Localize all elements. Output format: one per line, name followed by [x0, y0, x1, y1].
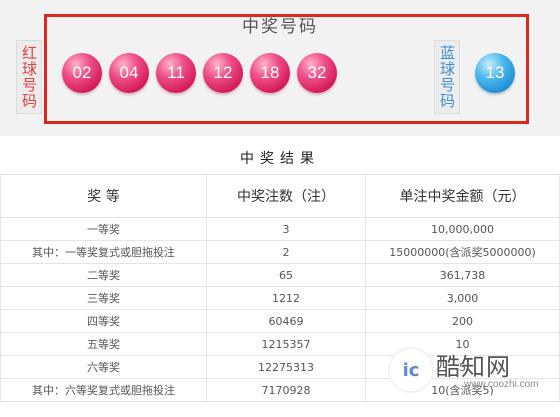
table-row: 二等奖 65 361,738	[0, 263, 560, 287]
count-cell: 60469	[206, 309, 366, 333]
count-cell: 3	[206, 217, 366, 241]
amount-cell: 10,000,000	[365, 217, 560, 241]
table-row: 其中：一等奖复式或胆拖投注 2 15000000(含派奖5000000)	[0, 240, 560, 264]
count-cell: 2	[206, 240, 366, 264]
results-title: 中奖结果	[240, 151, 320, 167]
prize-cell: 五等奖	[0, 332, 207, 356]
table-row: 三等奖 1212 3,000	[0, 286, 560, 310]
red-ball-label: 红球号码	[16, 40, 42, 114]
column-header-count: 中奖注数（注）	[206, 174, 366, 218]
column-header-prize: 奖 等	[0, 174, 207, 218]
amount-cell: 200	[365, 309, 560, 333]
watermark-logo-icon: ic	[388, 347, 434, 393]
prize-cell: 六等奖	[0, 355, 207, 379]
count-cell: 7170928	[206, 378, 366, 402]
watermark-site-url: www.coozhi.com	[464, 379, 539, 390]
prize-cell: 二等奖	[0, 263, 207, 287]
amount-cell: 3,000	[365, 286, 560, 310]
site-watermark: ic 酷知网 www.coozhi.com	[388, 345, 556, 401]
prize-cell: 一等奖	[0, 217, 207, 241]
watermark-logo-text: ic	[402, 359, 420, 381]
prize-cell: 其中：六等奖复式或胆拖投注	[0, 378, 207, 402]
count-cell: 65	[206, 263, 366, 287]
watermark-site-name: 酷知网	[436, 353, 511, 381]
prize-cell: 三等奖	[0, 286, 207, 310]
count-cell: 1212	[206, 286, 366, 310]
table-row: 一等奖 3 10,000,000	[0, 217, 560, 241]
prize-cell: 四等奖	[0, 309, 207, 333]
highlight-frame	[44, 14, 529, 124]
prize-cell: 其中：一等奖复式或胆拖投注	[0, 240, 207, 264]
column-header-amount: 单注中奖金额（元）	[365, 174, 560, 218]
table-header-row: 奖 等 中奖注数（注） 单注中奖金额（元）	[0, 174, 560, 218]
count-cell: 1215357	[206, 332, 366, 356]
amount-cell: 361,738	[365, 263, 560, 287]
table-row: 四等奖 60469 200	[0, 309, 560, 333]
amount-cell: 15000000(含派奖5000000)	[365, 240, 560, 264]
winning-numbers-panel: 中奖号码 红球号码 02 04 11 12 18 32 蓝球号码 13	[0, 0, 560, 140]
count-cell: 12275313	[206, 355, 366, 379]
